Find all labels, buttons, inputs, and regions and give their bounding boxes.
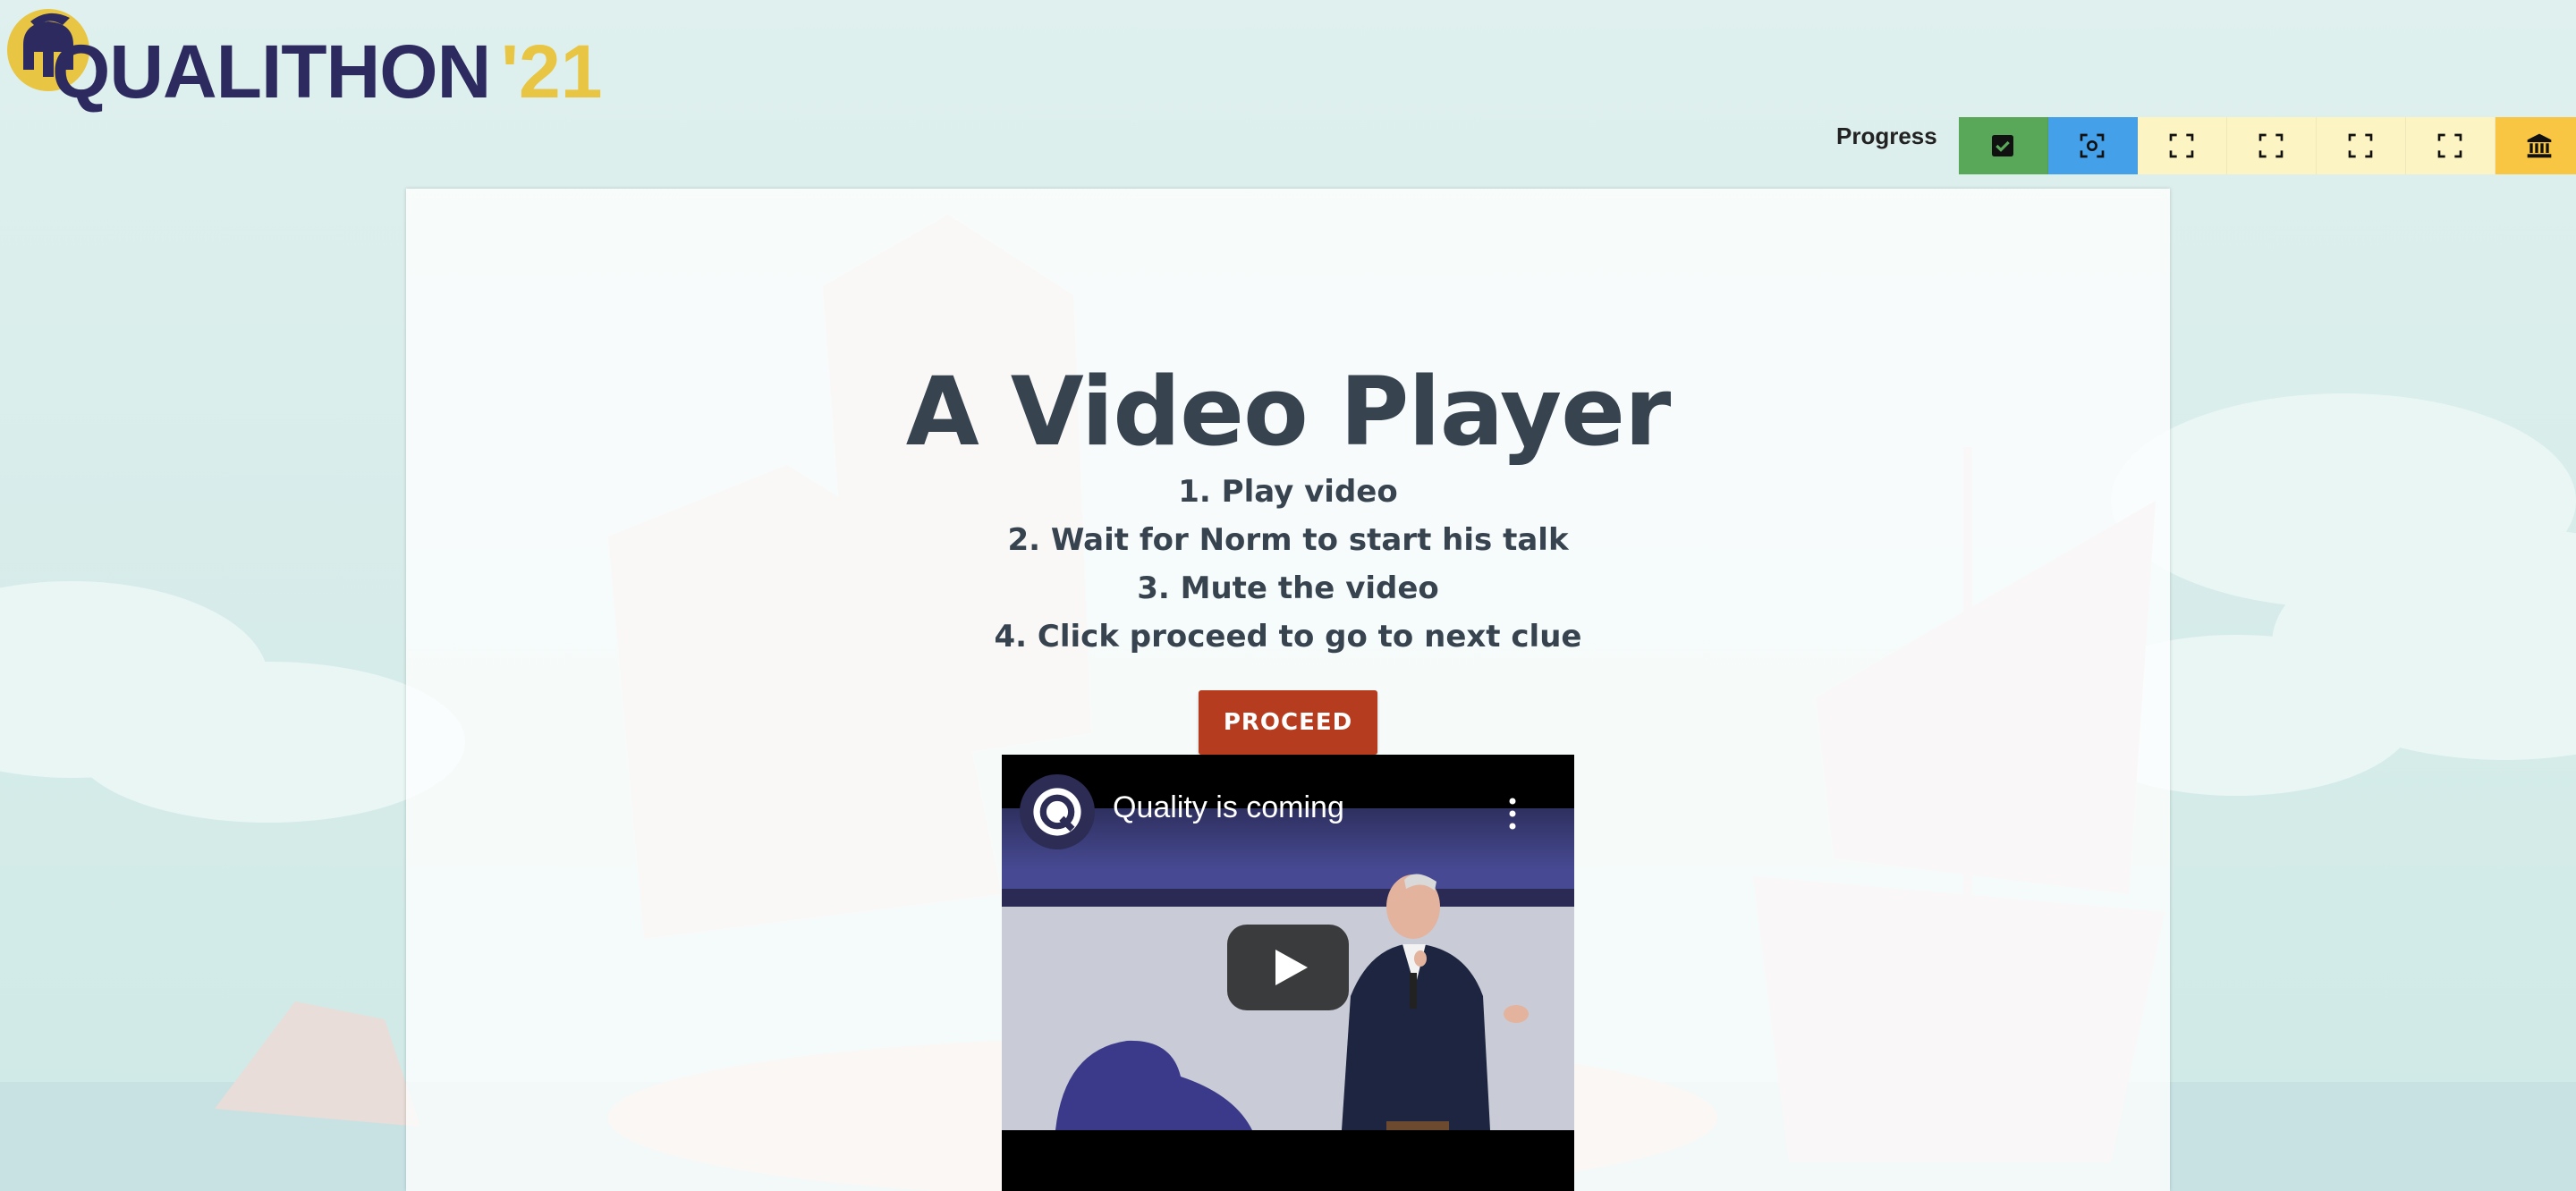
qualithon-logo[interactable]: QUALITHON '21 [0, 0, 608, 116]
video-player[interactable]: Quality is coming [1002, 755, 1574, 1191]
logo-text: QUALITHON [52, 30, 491, 114]
instruction-item: 3. Mute the video [1137, 570, 1439, 606]
instruction-item: 2. Wait for Norm to start his talk [1007, 522, 1569, 558]
frame-corners-icon [2348, 133, 2373, 158]
proceed-button[interactable]: PROCEED [1199, 690, 1377, 755]
frame-corners-icon [2169, 133, 2194, 158]
progress-label: Progress [1836, 122, 1937, 149]
page-title: A Video Player [905, 357, 1672, 468]
channel-avatar[interactable] [1020, 774, 1095, 849]
q-logo-icon [1033, 788, 1081, 836]
progress-step-2[interactable] [2047, 117, 2138, 174]
instruction-item: 1. Play video [1178, 474, 1398, 510]
checkbox-checked-icon [1992, 135, 2014, 156]
video-title[interactable]: Quality is coming [1113, 790, 1344, 825]
progress-step-5[interactable] [2316, 117, 2406, 174]
instruction-item: 4. Click proceed to go to next clue [994, 619, 1582, 655]
frame-corners-icon [2258, 133, 2284, 158]
more-vertical-icon[interactable] [1508, 796, 1517, 832]
progress-step-3[interactable] [2137, 117, 2227, 174]
progress-step-1[interactable] [1958, 117, 2048, 174]
progress-step-final[interactable] [2495, 117, 2576, 174]
instructions-list: 1. Play video 2. Wait for Norm to start … [406, 468, 2170, 661]
progress-step-6[interactable] [2405, 117, 2496, 174]
frame-corners-icon [2437, 133, 2462, 158]
progress-steps [1958, 117, 2576, 174]
content-card: A Video Player 1. Play video 2. Wait for… [406, 189, 2170, 1191]
bank-icon [2527, 133, 2552, 158]
focus-target-icon [2080, 133, 2105, 158]
progress-tracker: Progress [1836, 117, 2576, 174]
youtube-play-icon[interactable] [1227, 925, 1349, 1010]
logo-year: '21 [501, 30, 603, 114]
progress-step-4[interactable] [2226, 117, 2317, 174]
